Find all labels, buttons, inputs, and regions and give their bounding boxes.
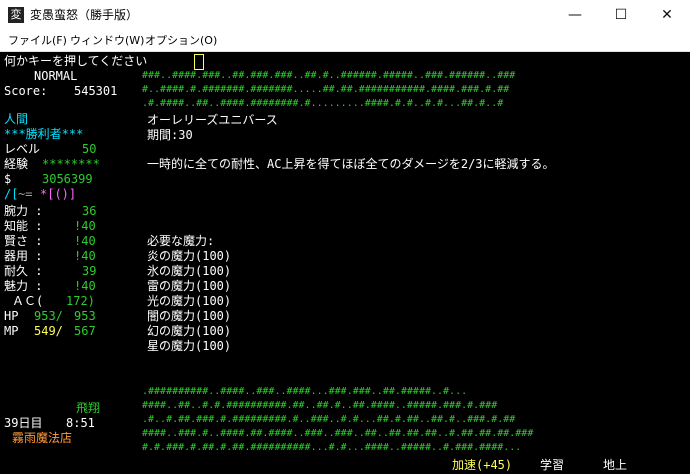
prompt-message: 何かキーを押してください (4, 54, 148, 68)
maximize-button[interactable]: ☐ (598, 0, 644, 31)
text-cursor (194, 54, 204, 70)
menu-file[interactable]: ファイル(F) (8, 33, 67, 49)
exp-label: 経験 (4, 157, 29, 171)
game-time: 8:51 (66, 416, 95, 430)
level-label: レベル (4, 142, 41, 156)
equipment-suffix: *[()] (40, 187, 77, 201)
stat-value: !40 (74, 219, 96, 233)
map-row: ####..###.#..####.##.####..###..###..##.… (142, 428, 534, 439)
map-row: .#..#.##.###.#.#########.#..###..#.#...#… (142, 414, 516, 425)
stat-label: 腕力 : (4, 204, 43, 218)
mp-max: 567 (74, 324, 96, 338)
stat-value: !40 (74, 279, 96, 293)
stat-value: 36 (82, 204, 97, 218)
map-row: .##########..####..###..####...###.###..… (142, 386, 468, 397)
study-status: 学習 (540, 458, 565, 472)
gold-value: 3056399 (42, 172, 93, 186)
menu-options[interactable]: オプション(O) (145, 33, 217, 49)
stat-label: 耐久 : (4, 264, 43, 278)
hp-current: 953/ (34, 309, 63, 323)
race-label: 人間 (4, 112, 29, 126)
menu-window[interactable]: ウィンドウ(W) (70, 33, 144, 49)
title-bar[interactable]: 変 変愚蛮怒（勝手版） — ☐ ✕ (0, 0, 690, 31)
speed-status: 加速(+45) (452, 458, 513, 472)
gold-label: $ (4, 172, 12, 186)
level-value: 50 (82, 142, 97, 156)
stat-label: 賢さ : (4, 234, 43, 248)
required-header: 必要な魔力: (147, 234, 215, 248)
spell-duration: 期間:30 (147, 128, 193, 142)
required-item: 光の魔力(100) (147, 294, 232, 308)
minimize-button[interactable]: — (552, 0, 598, 31)
score-value: 545301 (74, 84, 118, 98)
map-row: #..####.#.#######.#######.....##.##.####… (142, 84, 510, 95)
window-title: 変愚蛮怒（勝手版） (30, 8, 139, 22)
equipment-prefix: /[ (4, 187, 19, 201)
stat-label: 器用 : (4, 249, 43, 263)
stat-value: 39 (82, 264, 97, 278)
required-item: 星の魔力(100) (147, 339, 232, 353)
menu-bar: ファイル(F) ウィンドウ(W) オプション(O) (0, 31, 690, 52)
stat-label: 魅力 : (4, 279, 43, 293)
equipment-mid: ~= (18, 187, 33, 201)
required-item: 雷の魔力(100) (147, 279, 232, 293)
spell-name: オーレリーズユニバース (147, 113, 278, 127)
required-item: 闇の魔力(100) (147, 309, 232, 323)
score-label: Score: (4, 84, 48, 98)
mp-label: MP (4, 324, 19, 338)
hp-label: HP (4, 309, 19, 323)
location-name: 霧雨魔法店 (12, 431, 73, 445)
stat-value: !40 (74, 249, 96, 263)
character-title: ***勝利者*** (4, 127, 84, 141)
spell-description: 一時的に全ての耐性、AC上昇を得てほぼ全てのダメージを2/3に軽減する。 (147, 157, 555, 171)
game-terminal[interactable]: 何かキーを押してください NORMAL Score: 545301 人間 ***… (0, 52, 690, 474)
exp-value: ******** (42, 157, 100, 171)
flying-status: 飛翔 (76, 401, 101, 415)
required-item: 氷の魔力(100) (147, 264, 232, 278)
ac-value: 172) (66, 294, 95, 308)
close-button[interactable]: ✕ (644, 0, 690, 31)
day-counter: 39日目 (4, 416, 43, 430)
hp-max: 953 (74, 309, 96, 323)
map-row: ####..##..#.#.##########.##..##.#..##.##… (142, 400, 498, 411)
mp-current: 549/ (34, 324, 63, 338)
map-row: ###..####.###..##.###.###..##.#..######.… (142, 70, 516, 81)
ac-label: ＡＣ( (12, 294, 44, 308)
required-item: 炎の魔力(100) (147, 249, 232, 263)
mode-indicator: NORMAL (34, 69, 78, 83)
stat-value: !40 (74, 234, 96, 248)
app-icon: 変 (8, 7, 24, 23)
stat-label: 知能 : (4, 219, 43, 233)
map-row: #.#.###.#.##.#.##.##########...#.#...###… (142, 442, 522, 453)
depth-status: 地上 (603, 458, 628, 472)
required-item: 幻の魔力(100) (147, 324, 232, 338)
map-row: .#.####..##..####.########.#.........###… (142, 98, 504, 109)
app-window: 変 変愚蛮怒（勝手版） — ☐ ✕ ファイル(F) ウィンドウ(W) オプション… (0, 0, 690, 474)
